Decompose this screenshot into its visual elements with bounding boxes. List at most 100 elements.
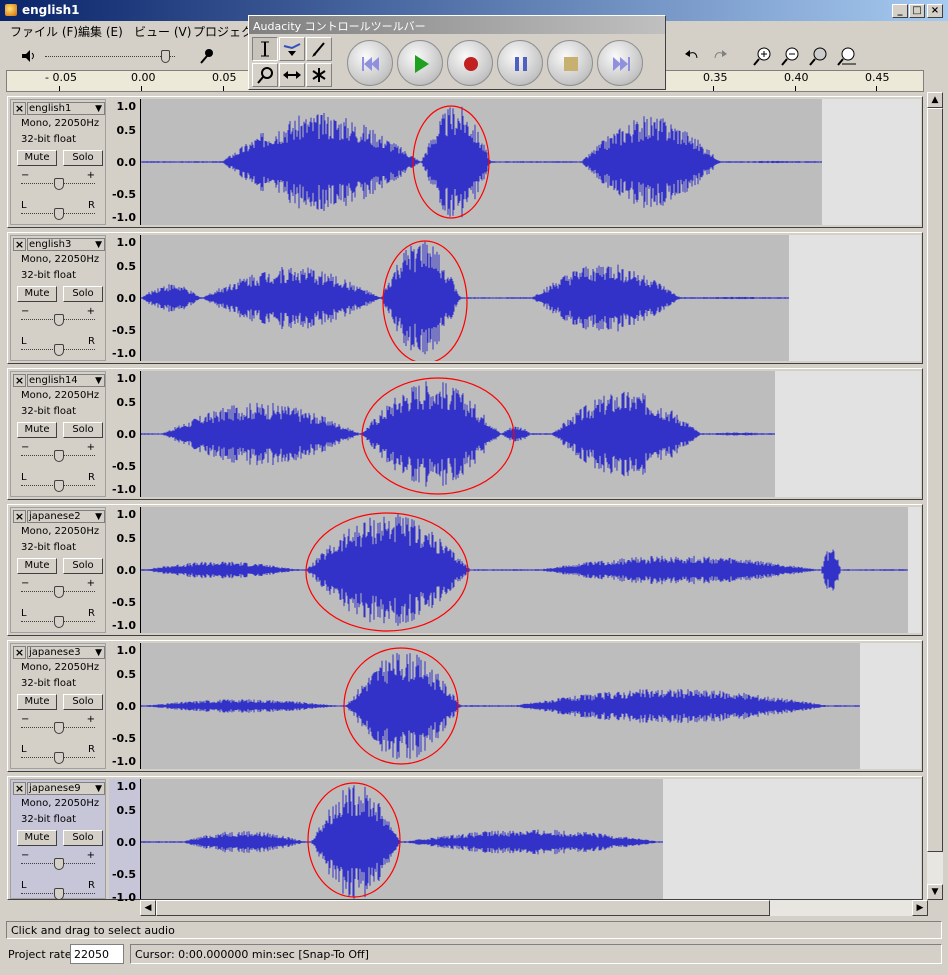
waveform[interactable] <box>141 643 860 769</box>
draw-tool-button[interactable] <box>306 37 332 61</box>
pan-slider[interactable]: LR <box>21 472 95 492</box>
gain-slider[interactable]: − + <box>21 850 95 870</box>
multi-tool-button[interactable] <box>306 63 332 87</box>
track-close-button[interactable]: × <box>13 510 26 523</box>
mute-button[interactable]: Mute <box>17 694 57 710</box>
empty-track-area[interactable] <box>789 235 921 361</box>
track-info-panel[interactable]: × english1 ▼ Mono, 22050Hz 32-bit float M… <box>10 99 106 225</box>
empty-track-area[interactable] <box>860 643 921 769</box>
track-name-menu[interactable]: english3 ▼ <box>27 238 105 251</box>
track-close-button[interactable]: × <box>13 238 26 251</box>
menu-file[interactable]: ファイル (F) <box>10 23 78 40</box>
track-close-button[interactable]: × <box>13 374 26 387</box>
minimize-button[interactable]: _ <box>892 4 908 18</box>
solo-button[interactable]: Solo <box>63 150 103 166</box>
scroll-left-arrow-icon[interactable]: ◀ <box>140 900 156 916</box>
solo-button[interactable]: Solo <box>63 422 103 438</box>
track-japanese2[interactable]: × japanese2 ▼ Mono, 22050Hz 32-bit float … <box>7 504 923 636</box>
mute-button[interactable]: Mute <box>17 422 57 438</box>
pan-slider[interactable]: LR <box>21 608 95 628</box>
solo-button[interactable]: Solo <box>63 558 103 574</box>
fit-project-icon[interactable] <box>836 45 858 67</box>
track-english1[interactable]: × english1 ▼ Mono, 22050Hz 32-bit float M… <box>7 96 923 228</box>
zoom-tool-button[interactable] <box>252 63 278 87</box>
maximize-button[interactable]: □ <box>909 4 925 18</box>
play-button[interactable] <box>397 40 443 86</box>
redo-icon[interactable] <box>710 46 730 66</box>
track-name-menu[interactable]: english14 ▼ <box>27 374 105 387</box>
empty-track-area[interactable] <box>908 507 921 633</box>
skip-to-start-button[interactable] <box>347 40 393 86</box>
gain-slider[interactable]: − + <box>21 714 95 734</box>
track-info-panel[interactable]: × japanese9 ▼ Mono, 22050Hz 32-bit float … <box>10 779 106 900</box>
waveform[interactable] <box>141 371 775 497</box>
status-hint: Click and drag to select audio <box>6 921 942 939</box>
track-english3[interactable]: × english3 ▼ Mono, 22050Hz 32-bit float M… <box>7 232 923 364</box>
gain-slider[interactable]: − + <box>21 306 95 326</box>
pause-button[interactable] <box>497 40 543 86</box>
zoom-out-icon[interactable] <box>780 45 802 67</box>
track-close-button[interactable]: × <box>13 782 26 795</box>
mute-button[interactable]: Mute <box>17 150 57 166</box>
menu-view[interactable]: ビュー (V) <box>134 23 191 40</box>
pan-slider[interactable]: LR <box>21 744 95 764</box>
gain-slider[interactable]: − + <box>21 578 95 598</box>
solo-button[interactable]: Solo <box>63 830 103 846</box>
control-toolbar-title[interactable]: Audacity コントロールツールバー <box>249 16 665 34</box>
vertical-scrollbar[interactable]: ▲ ▼ <box>927 92 943 900</box>
track-format: Mono, 22050Hz <box>21 662 100 673</box>
empty-track-area[interactable] <box>663 779 921 899</box>
scroll-down-arrow-icon[interactable]: ▼ <box>927 884 943 900</box>
timeshift-tool-button[interactable] <box>279 63 305 87</box>
pan-slider[interactable]: LR <box>21 336 95 356</box>
pan-slider[interactable]: LR <box>21 880 95 900</box>
stop-button[interactable] <box>547 40 593 86</box>
amplitude-scale: 1.0 0.5 0.0 -0.5 -1.0 <box>109 235 141 361</box>
skip-to-end-button[interactable] <box>597 40 643 86</box>
track-close-button[interactable]: × <box>13 646 26 659</box>
track-japanese3[interactable]: × japanese3 ▼ Mono, 22050Hz 32-bit float … <box>7 640 923 772</box>
gain-slider[interactable]: − + <box>21 170 95 190</box>
close-button[interactable]: × <box>927 4 943 18</box>
undo-icon[interactable] <box>682 46 702 66</box>
solo-button[interactable]: Solo <box>63 694 103 710</box>
track-name-menu[interactable]: japanese3 ▼ <box>27 646 105 659</box>
horizontal-scrollbar[interactable]: ◀ ▶ <box>140 900 928 916</box>
envelope-tool-button[interactable] <box>279 37 305 61</box>
speaker-icon <box>22 50 34 62</box>
project-rate-input[interactable]: 22050 <box>70 944 124 964</box>
horizontal-scroll-thumb[interactable] <box>156 900 770 916</box>
track-info-panel[interactable]: × japanese3 ▼ Mono, 22050Hz 32-bit float … <box>10 643 106 769</box>
scroll-right-arrow-icon[interactable]: ▶ <box>912 900 928 916</box>
pan-slider[interactable]: LR <box>21 200 95 220</box>
track-name-menu[interactable]: english1 ▼ <box>27 102 105 115</box>
track-japanese9[interactable]: × japanese9 ▼ Mono, 22050Hz 32-bit float … <box>7 776 923 904</box>
zoom-in-icon[interactable] <box>752 45 774 67</box>
track-info-panel[interactable]: × japanese2 ▼ Mono, 22050Hz 32-bit float … <box>10 507 106 633</box>
empty-track-area[interactable] <box>775 371 921 497</box>
waveform[interactable] <box>141 99 822 225</box>
waveform[interactable] <box>141 779 663 899</box>
track-name-menu[interactable]: japanese9 ▼ <box>27 782 105 795</box>
empty-track-area[interactable] <box>822 99 921 225</box>
waveform[interactable] <box>141 235 789 361</box>
menu-edit[interactable]: 編集 (E) <box>78 23 123 40</box>
mute-button[interactable]: Mute <box>17 830 57 846</box>
playback-volume-slider[interactable] <box>45 50 175 63</box>
fit-selection-icon[interactable] <box>808 45 830 67</box>
mute-button[interactable]: Mute <box>17 286 57 302</box>
track-name-menu[interactable]: japanese2 ▼ <box>27 510 105 523</box>
gain-slider[interactable]: − + <box>21 442 95 462</box>
track-close-button[interactable]: × <box>13 102 26 115</box>
track-english14[interactable]: × english14 ▼ Mono, 22050Hz 32-bit float … <box>7 368 923 500</box>
track-info-panel[interactable]: × english3 ▼ Mono, 22050Hz 32-bit float M… <box>10 235 106 361</box>
record-button[interactable] <box>447 40 493 86</box>
control-toolbar-window[interactable]: Audacity コントロールツールバー <box>248 15 666 90</box>
solo-button[interactable]: Solo <box>63 286 103 302</box>
mute-button[interactable]: Mute <box>17 558 57 574</box>
waveform[interactable] <box>141 507 908 633</box>
selection-tool-button[interactable] <box>252 37 278 61</box>
vertical-scroll-thumb[interactable] <box>927 108 943 852</box>
track-info-panel[interactable]: × english14 ▼ Mono, 22050Hz 32-bit float … <box>10 371 106 497</box>
scroll-up-arrow-icon[interactable]: ▲ <box>927 92 943 108</box>
